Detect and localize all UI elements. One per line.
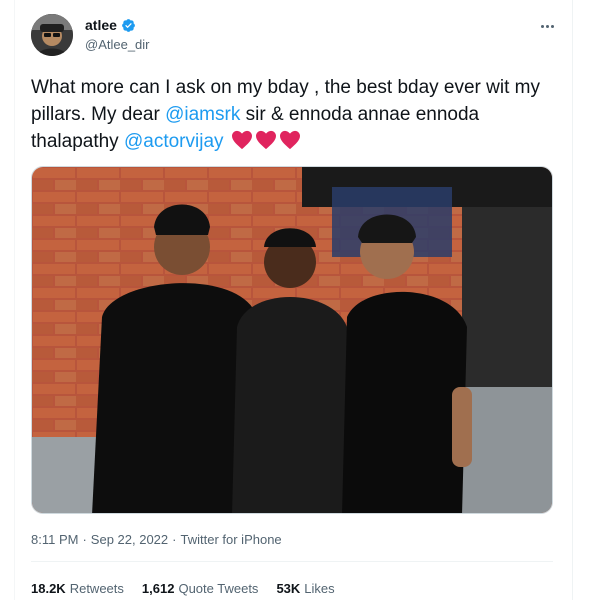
tweet-photo[interactable] [31,166,553,514]
likes-stat[interactable]: 53K Likes [276,581,334,596]
author-name-row[interactable]: atlee [85,17,136,33]
tweet-text: What more can I ask on my bday , the bes… [31,74,551,155]
heart-icon [255,130,276,150]
retweets-stat[interactable]: 18.2K Retweets [31,581,124,596]
more-options-icon[interactable] [537,16,557,36]
retweets-count: 18.2K [31,581,66,596]
tweet-card: atlee @Atlee_dir What more can I ask on … [0,0,600,600]
engagement-stats: 18.2K Retweets 1,612 Quote Tweets 53K Likes [31,581,335,596]
likes-label: Likes [304,581,335,596]
retweets-label: Retweets [69,581,124,596]
avatar[interactable] [31,14,73,56]
mention-actorvijay[interactable]: @actorvijay [124,131,224,152]
heart-emojis [224,130,301,152]
divider [31,561,553,562]
heart-icon [279,130,300,150]
verified-badge-icon [121,18,136,33]
quote-tweets-stat[interactable]: 1,612 Quote Tweets [142,581,259,596]
author-handle[interactable]: @Atlee_dir [85,37,150,52]
tweet-time[interactable]: 8:11 PM [31,532,78,547]
meta-separator: · [82,532,87,547]
tweet-date[interactable]: Sep 22, 2022 [91,532,168,547]
heart-icon [231,130,252,150]
quotes-label: Quote Tweets [178,581,259,596]
mention-iamsrk[interactable]: @iamsrk [165,104,240,125]
tweet-meta: 8:11 PM · Sep 22, 2022 · Twitter for iPh… [31,532,282,547]
tweet-source[interactable]: Twitter for iPhone [181,532,282,547]
meta-separator: · [172,532,177,547]
likes-count: 53K [276,581,301,596]
timeline-divider [14,0,15,600]
timeline-divider-right [572,0,573,600]
quotes-count: 1,612 [141,581,175,596]
display-name[interactable]: atlee [85,17,117,33]
